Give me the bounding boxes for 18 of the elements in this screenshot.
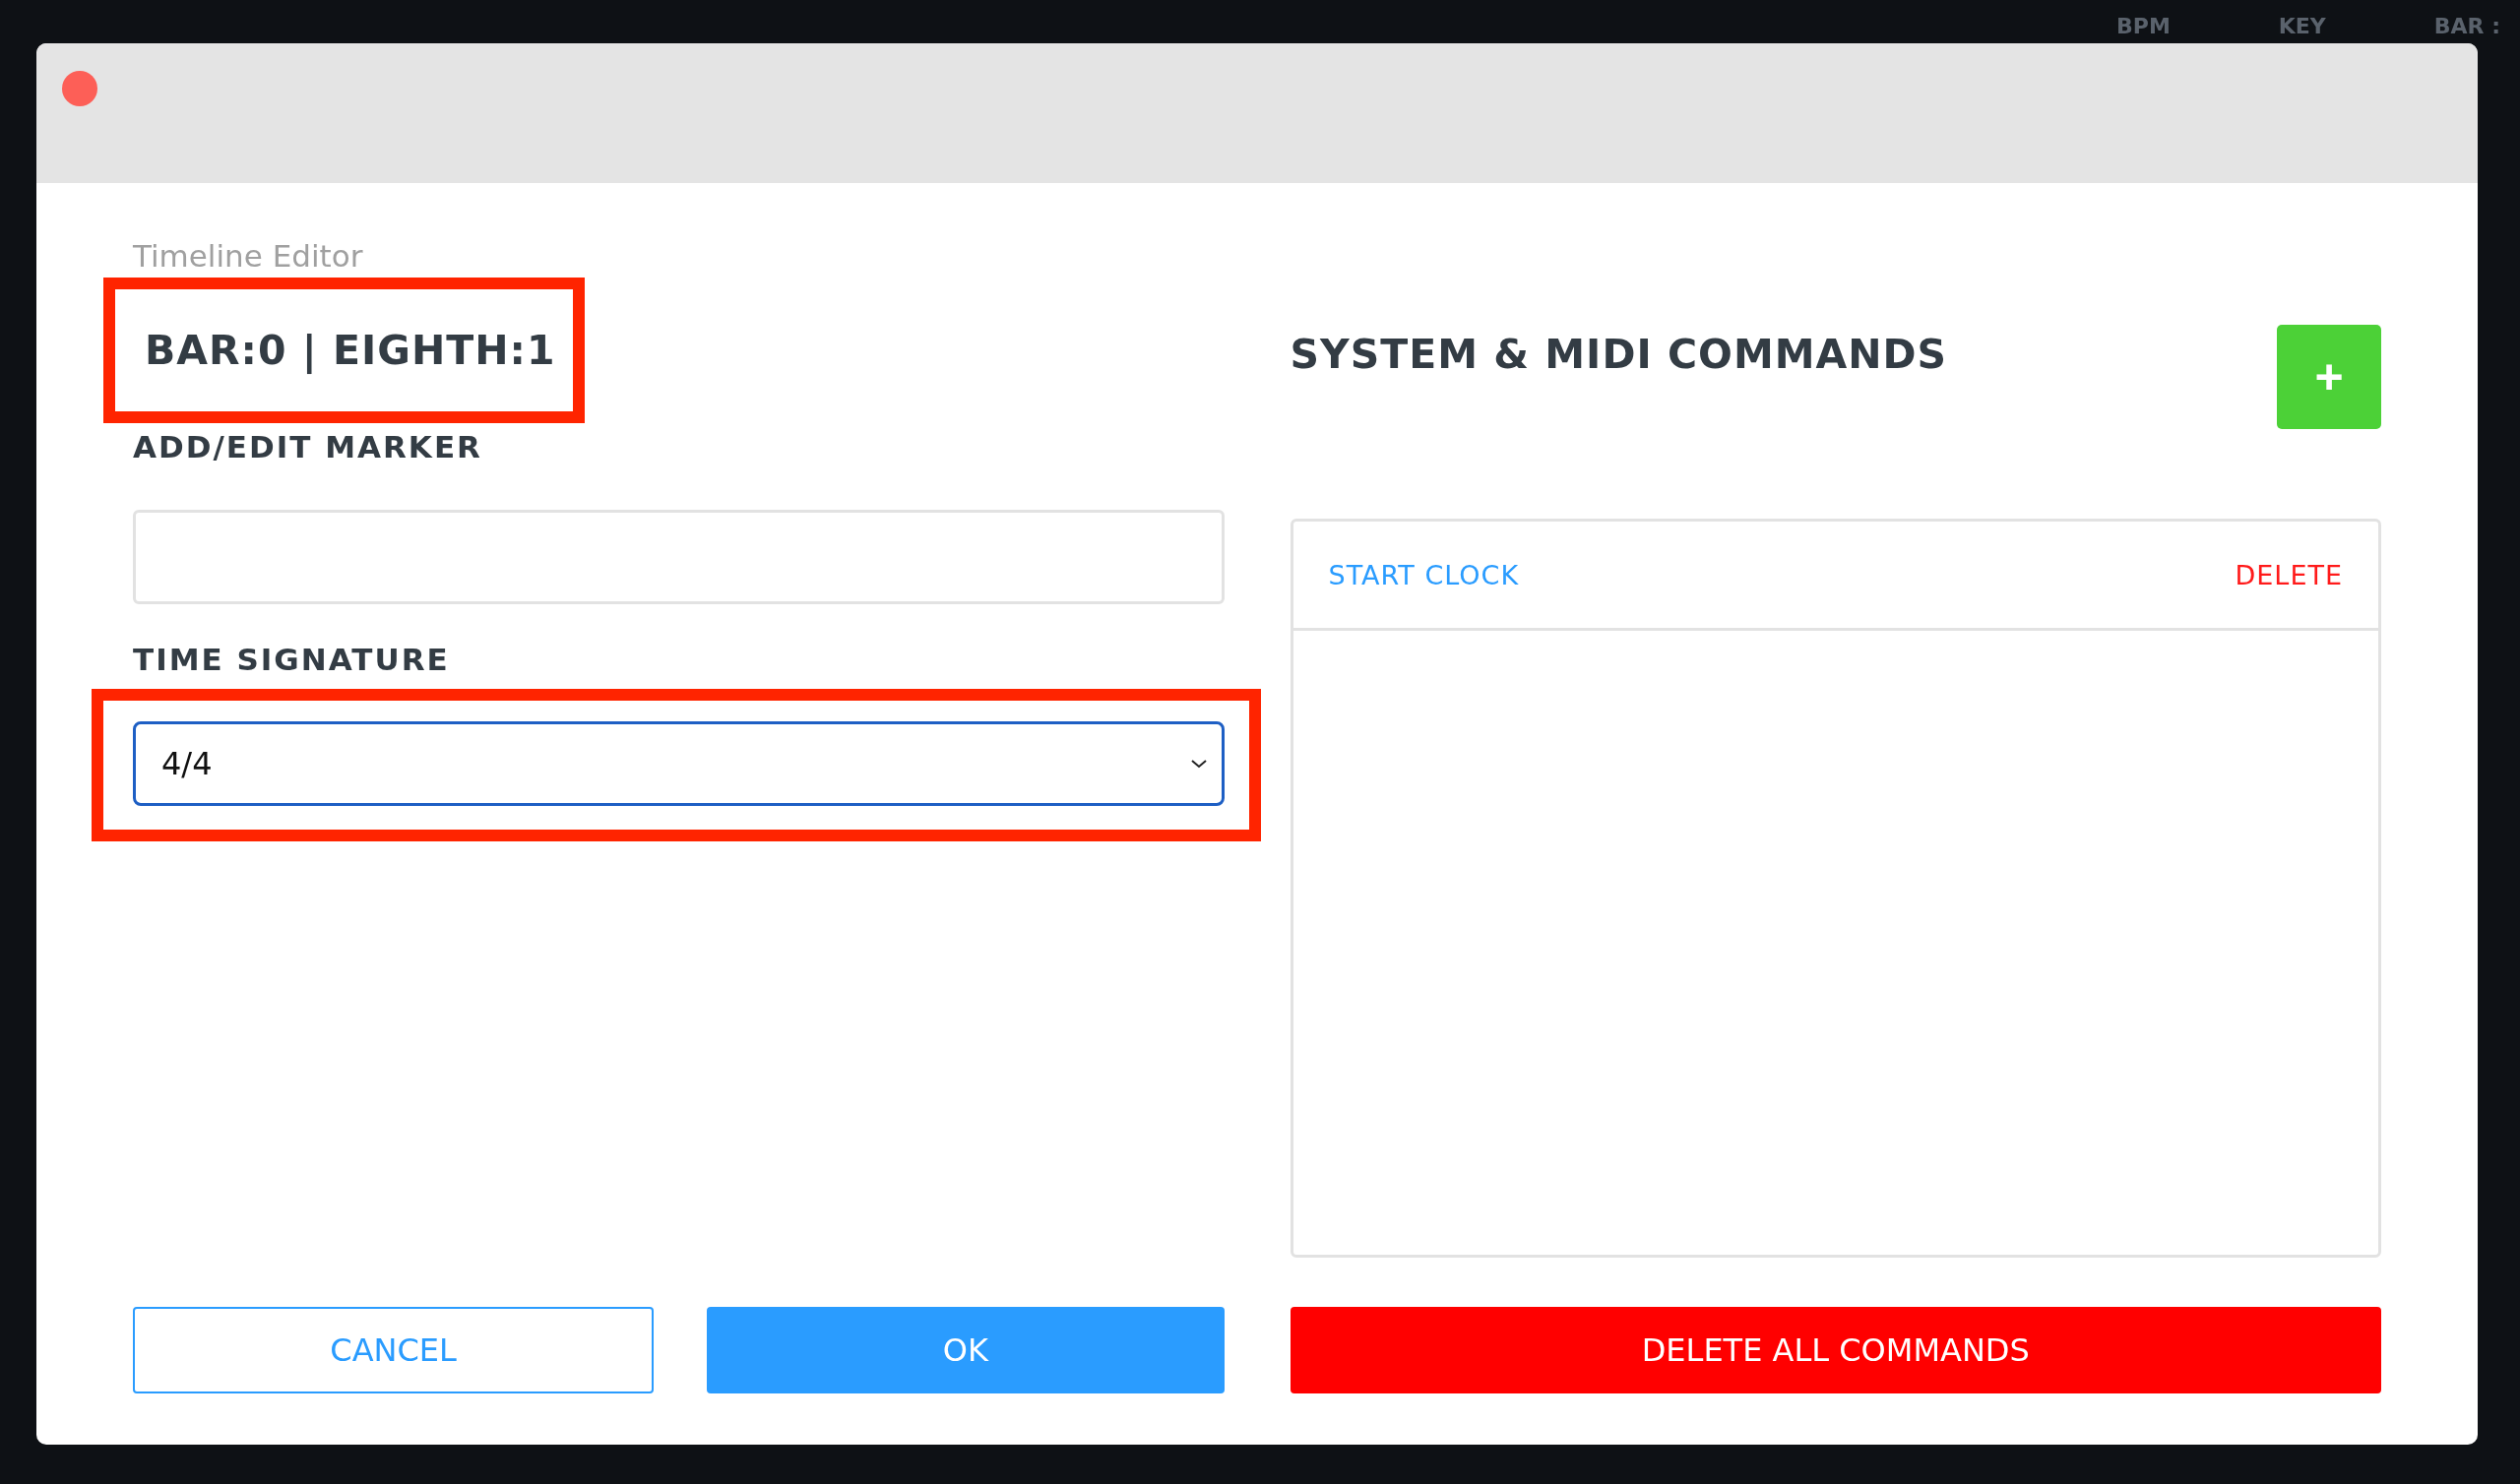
background-label: BAR : <box>2433 14 2500 38</box>
background-label: KEY <box>2278 14 2326 38</box>
position-heading: BAR:0 | EIGHTH:1 <box>145 327 556 374</box>
commands-heading: SYSTEM & MIDI COMMANDS <box>1290 331 1948 378</box>
command-link[interactable]: START CLOCK <box>1328 559 1520 590</box>
marker-input-field[interactable] <box>133 510 1225 604</box>
add-button[interactable]: + <box>2277 325 2381 429</box>
cancel-button[interactable]: CANCEL <box>133 1307 655 1393</box>
dialog-subtitle: Timeline Editor <box>133 238 364 276</box>
delete-link[interactable]: DELETE <box>2235 559 2343 590</box>
close-button[interactable] <box>62 71 97 106</box>
background-label: BPM <box>2116 14 2171 38</box>
field-label: TIME SIGNATURE <box>133 642 451 677</box>
time-signature-dropdown[interactable]: 4/4 <box>133 721 1225 806</box>
delete-all-button[interactable]: DELETE ALL COMMANDS <box>1290 1307 2381 1393</box>
chevron-down-icon <box>1189 758 1208 770</box>
field-label: ADD/EDIT MARKER <box>133 429 483 464</box>
ok-button[interactable]: OK <box>707 1307 1225 1393</box>
